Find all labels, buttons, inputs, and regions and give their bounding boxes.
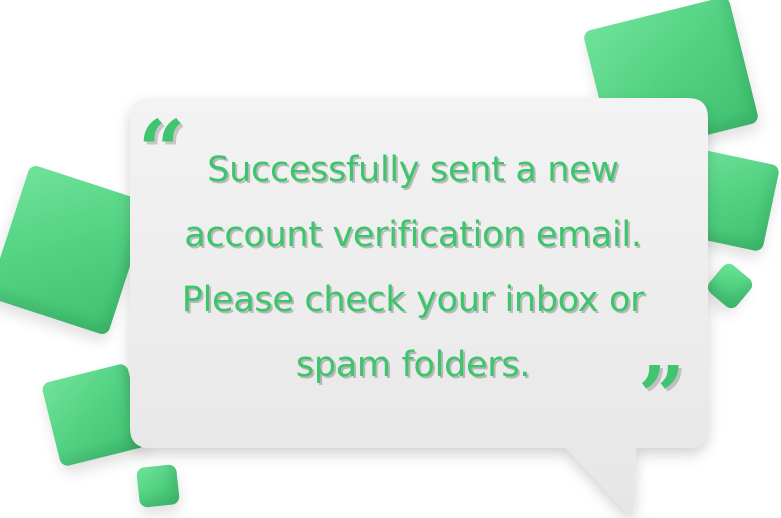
verification-message: Successfully sent a new account verifica…: [181, 150, 645, 385]
open-quote-icon: “: [138, 103, 186, 199]
